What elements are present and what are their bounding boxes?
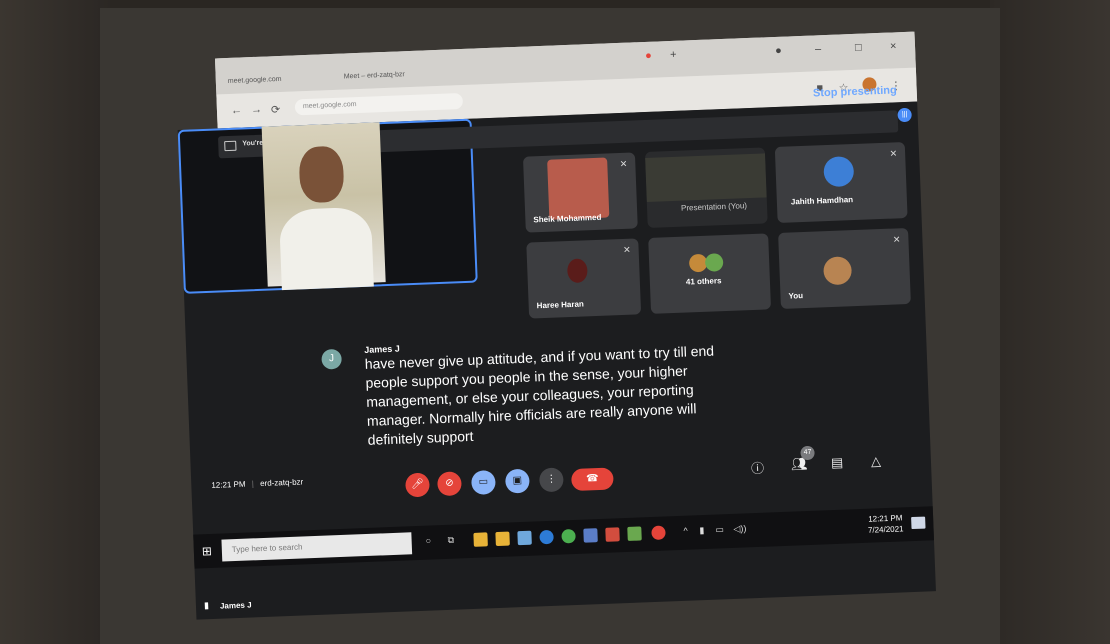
mic-off-icon: ✕ bbox=[619, 158, 628, 169]
present-button[interactable]: ▣ bbox=[504, 468, 530, 494]
pin-icon: ▮ bbox=[203, 600, 210, 611]
divider: | bbox=[251, 479, 255, 489]
info-icon[interactable]: ⓘ bbox=[751, 458, 765, 477]
tile-name: You bbox=[788, 291, 804, 301]
clock-date: 7/24/2021 bbox=[867, 524, 904, 535]
room-wall-right bbox=[990, 0, 1110, 644]
chrome-active-icon[interactable] bbox=[651, 525, 666, 541]
tile-name: Sheik Mohammed bbox=[533, 212, 602, 225]
tile-name: Jahith Hamdhan bbox=[790, 195, 854, 207]
volume-icon[interactable]: ◁)) bbox=[733, 523, 746, 534]
avatar bbox=[823, 156, 855, 188]
people-count-badge: 47 bbox=[800, 445, 815, 461]
avatar bbox=[566, 258, 588, 284]
mic-off-button[interactable]: 🎤︎ bbox=[405, 472, 430, 498]
browser-tab[interactable]: meet.google.com bbox=[228, 74, 338, 92]
mic-off-icon: ✕ bbox=[889, 148, 898, 159]
taskbar-search-input[interactable]: Type here to search bbox=[221, 532, 413, 562]
speaking-indicator-icon: ||| bbox=[897, 107, 912, 123]
present-icon: ▣ bbox=[512, 474, 523, 487]
chat-icon[interactable]: ▤ bbox=[831, 455, 844, 471]
close-icon[interactable]: × bbox=[890, 40, 897, 52]
participant-tile[interactable]: Presentation (You) bbox=[644, 147, 768, 228]
camera-off-button[interactable]: ⊘ bbox=[437, 471, 462, 497]
recording-icon: ● bbox=[644, 49, 653, 62]
end-call-button[interactable]: ☎ bbox=[570, 467, 614, 492]
tile-name: 41 others bbox=[685, 276, 722, 287]
activities-icon[interactable]: △ bbox=[871, 453, 882, 469]
back-icon[interactable]: ← bbox=[231, 104, 242, 116]
participant-tile[interactable]: ✕ You bbox=[778, 227, 911, 309]
mic-off-icon: ✕ bbox=[622, 244, 631, 255]
participant-tile[interactable]: 41 others bbox=[648, 233, 772, 314]
caption-avatar: J bbox=[321, 348, 342, 370]
cortana-icon[interactable]: ○ bbox=[425, 536, 431, 546]
network-icon[interactable]: ▭ bbox=[715, 524, 724, 535]
profile-icon[interactable]: ● bbox=[775, 45, 782, 57]
participant-tile[interactable]: ✕ Sheik Mohammed bbox=[522, 152, 638, 233]
photos-icon[interactable] bbox=[583, 528, 598, 543]
captions-icon: ▭ bbox=[478, 476, 489, 488]
room-wall-left bbox=[0, 0, 110, 644]
windows-start-icon[interactable]: ⊞ bbox=[202, 544, 213, 558]
tile-name: Presentation (You) bbox=[680, 201, 748, 213]
tile-name: James J bbox=[219, 600, 252, 611]
avatar bbox=[704, 253, 724, 272]
avatar bbox=[823, 256, 853, 286]
participant-tile[interactable]: ✕ Haree Haran bbox=[526, 238, 642, 319]
mic-off-icon: ✕ bbox=[892, 234, 901, 245]
more-options-button[interactable]: ⋮ bbox=[538, 467, 564, 493]
speaker-body bbox=[278, 206, 374, 291]
meeting-time: 12:21 PM bbox=[211, 479, 246, 490]
meeting-info: 12:21 PM | erd-zatq-bzr bbox=[211, 477, 303, 490]
participant-tile[interactable]: ✕ Jahith Hamdhan bbox=[774, 142, 908, 223]
meet-window: Stop presenting You're presenting to eve… bbox=[177, 84, 936, 620]
file-explorer-icon[interactable] bbox=[473, 532, 488, 547]
mic-off-icon: 🎤︎ bbox=[410, 478, 425, 491]
caption-text: have never give up attitude, and if you … bbox=[364, 342, 715, 448]
edge-icon[interactable] bbox=[539, 529, 554, 545]
phone-icon: ☎ bbox=[585, 473, 599, 485]
participant-video bbox=[547, 157, 610, 220]
windows-taskbar: ⊞ Type here to search ○ ⧉ ^ ▮ ▭ ◁)) 12:2… bbox=[193, 506, 934, 569]
projected-screen: meet.google.com Meet – erd-zatq-bzr ● + … bbox=[175, 31, 936, 620]
speaker-head bbox=[298, 145, 345, 204]
present-icon bbox=[224, 140, 237, 152]
maximize-icon[interactable]: □ bbox=[855, 42, 862, 54]
reload-icon[interactable]: ⟳ bbox=[271, 103, 281, 116]
address-bar[interactable]: meet.google.com bbox=[294, 92, 464, 116]
camera-off-icon: ⊘ bbox=[445, 477, 454, 489]
more-icon: ⋮ bbox=[546, 473, 557, 486]
forward-icon[interactable]: → bbox=[251, 104, 262, 116]
new-tab-icon[interactable]: + bbox=[670, 49, 677, 61]
powerpoint-icon[interactable] bbox=[605, 527, 620, 542]
store-icon[interactable] bbox=[495, 531, 510, 547]
system-clock[interactable]: 12:21 PM 7/24/2021 bbox=[867, 512, 904, 535]
tile-name: Haree Haran bbox=[536, 299, 584, 311]
presentation-preview bbox=[645, 153, 767, 202]
mail-icon[interactable] bbox=[517, 530, 532, 546]
notification-icon[interactable] bbox=[911, 516, 926, 530]
captions-button[interactable]: ▭ bbox=[470, 470, 496, 495]
microphone-icon[interactable]: ▮ bbox=[699, 525, 704, 536]
meeting-code: erd-zatq-bzr bbox=[259, 477, 304, 489]
minimize-icon[interactable]: – bbox=[815, 43, 822, 55]
speaker-video bbox=[261, 122, 386, 291]
app-icon[interactable] bbox=[627, 526, 642, 541]
chevron-up-icon[interactable]: ^ bbox=[683, 526, 688, 536]
task-view-icon[interactable]: ⧉ bbox=[447, 535, 454, 546]
chrome-icon[interactable] bbox=[561, 528, 576, 544]
